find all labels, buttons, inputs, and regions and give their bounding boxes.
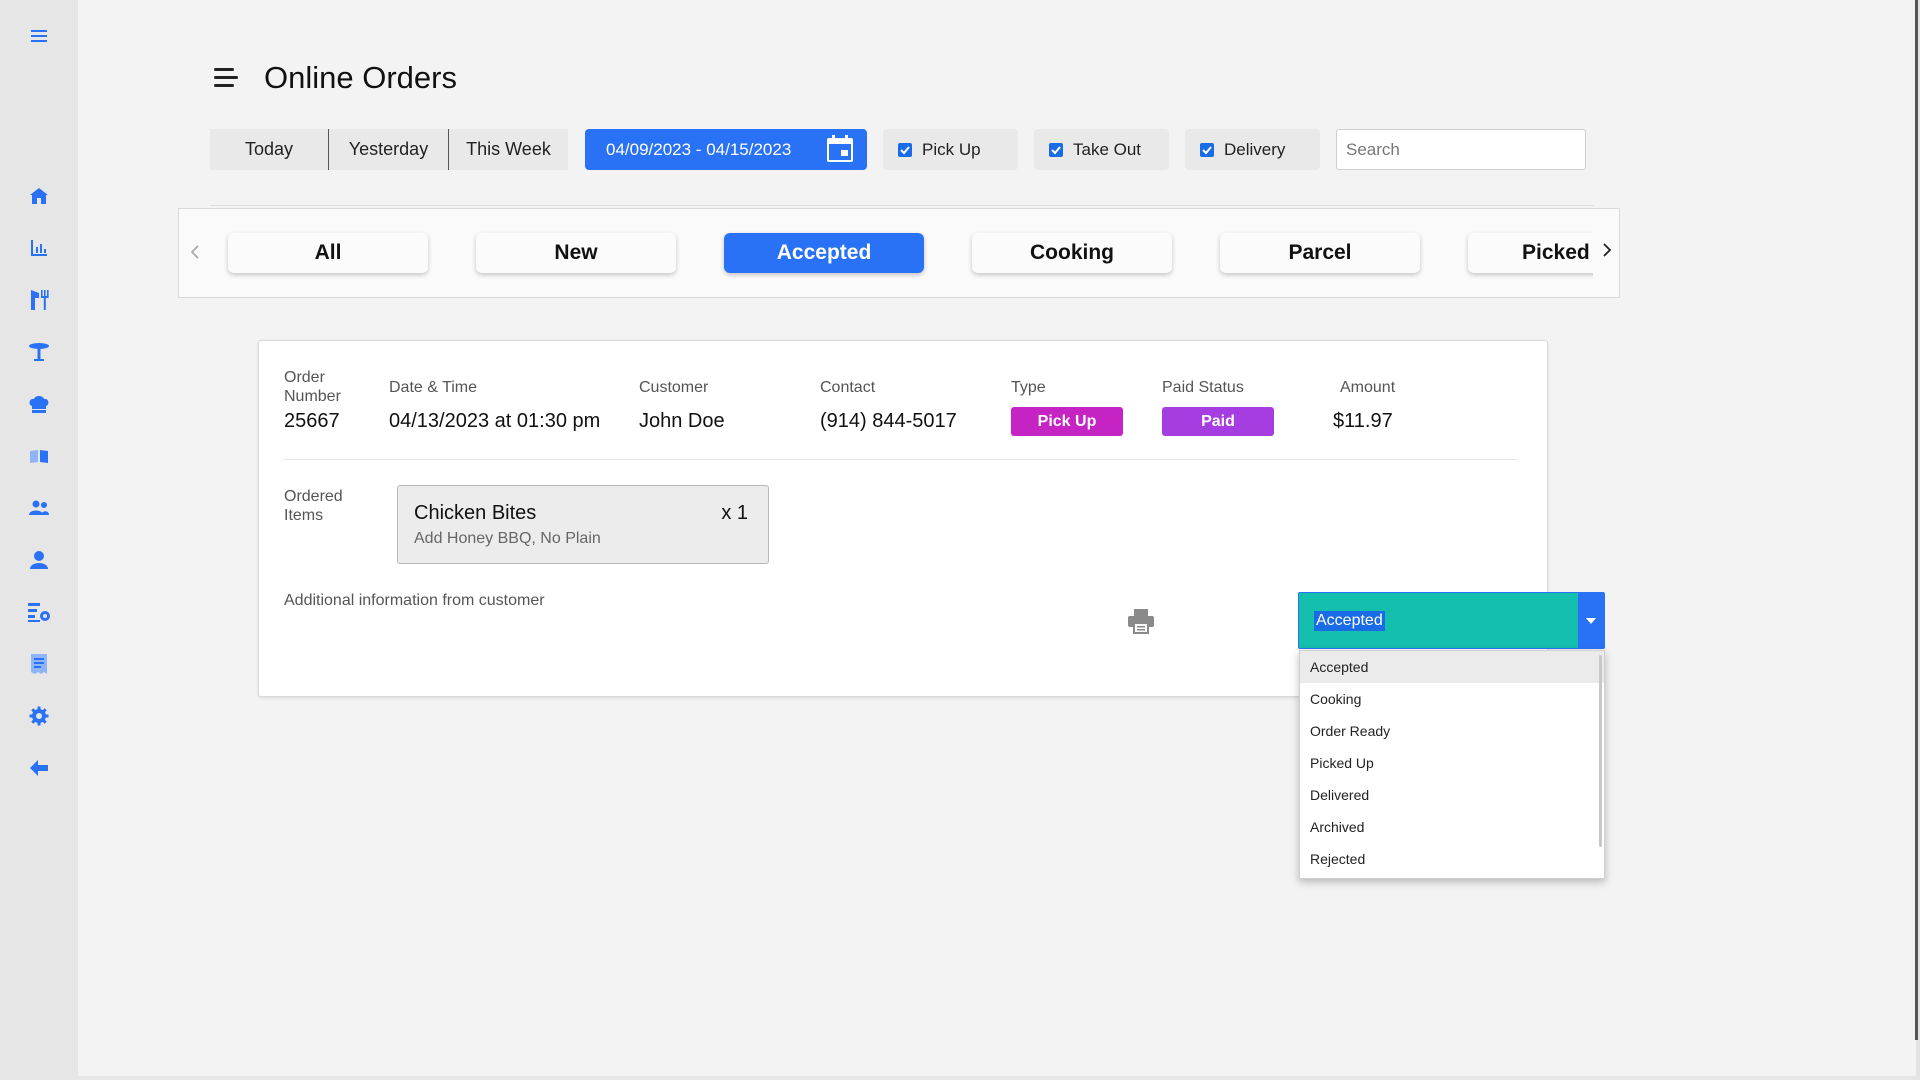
- group-icon[interactable]: [27, 496, 51, 520]
- customer-value: John Doe: [639, 410, 725, 432]
- delivery-filter-checkbox[interactable]: Delivery: [1185, 129, 1320, 170]
- order-number-label-line2: Number: [284, 388, 341, 405]
- tab-new[interactable]: New: [476, 233, 676, 273]
- pick-up-filter-checkbox[interactable]: Pick Up: [883, 129, 1018, 170]
- ordered-item-card: Chicken Bites x 1 Add Honey BBQ, No Plai…: [397, 485, 769, 564]
- yesterday-button[interactable]: Yesterday: [329, 129, 448, 170]
- dining-table-icon[interactable]: [27, 340, 51, 364]
- status-option-archived[interactable]: Archived: [1300, 811, 1604, 843]
- calendar-icon[interactable]: [825, 134, 855, 169]
- receipt-icon[interactable]: [27, 652, 51, 676]
- page-scrollbar[interactable]: [1915, 0, 1918, 1040]
- paid-status-label: Paid Status: [1162, 379, 1244, 396]
- status-tabs-bar: All New Accepted Cooking Parcel Picked U: [178, 208, 1620, 298]
- status-option-cooking[interactable]: Cooking: [1300, 683, 1604, 715]
- dropdown-scrollbar[interactable]: [1599, 655, 1602, 847]
- this-week-button[interactable]: This Week: [449, 129, 568, 170]
- date-range-text: 04/09/2023 - 04/15/2023: [606, 139, 792, 159]
- contact-value: (914) 844-5017: [820, 410, 957, 432]
- window-bottom-edge: [78, 1076, 1920, 1080]
- take-out-filter-checkbox[interactable]: Take Out: [1034, 129, 1169, 170]
- sidebar: [0, 0, 78, 1080]
- checkbox-checked-icon[interactable]: [1200, 142, 1214, 157]
- tab-parcel[interactable]: Parcel: [1220, 233, 1420, 273]
- item-name: Chicken Bites: [414, 502, 537, 524]
- status-option-picked-up[interactable]: Picked Up: [1300, 747, 1604, 779]
- status-option-rejected[interactable]: Rejected: [1300, 843, 1604, 875]
- menu-book-icon[interactable]: [27, 444, 51, 468]
- date-range-picker[interactable]: 04/09/2023 - 04/15/2023: [585, 129, 867, 170]
- drawer-menu-icon[interactable]: [214, 68, 238, 88]
- period-segmented-control: Today Yesterday This Week: [210, 129, 568, 170]
- status-select[interactable]: Accepted: [1298, 592, 1605, 649]
- main-content: Online Orders Today Yesterday This Week …: [78, 4, 1916, 1076]
- page-title: Online Orders: [264, 60, 457, 95]
- date-time-label: Date & Time: [389, 379, 478, 396]
- item-modifiers: Add Honey BBQ, No Plain: [414, 530, 601, 547]
- item-quantity: x 1: [721, 502, 748, 524]
- toolbar-divider: [210, 205, 1594, 206]
- filter-toolbar: Today Yesterday This Week 04/09/2023 - 0…: [210, 129, 1586, 170]
- ordered-items-label-line2: Items: [284, 507, 324, 524]
- status-option-delivered[interactable]: Delivered: [1300, 779, 1604, 811]
- paid-status-badge: Paid: [1162, 407, 1274, 436]
- pick-up-filter-label: Pick Up: [922, 139, 981, 159]
- list-settings-icon[interactable]: [27, 600, 51, 624]
- chevron-right-icon[interactable]: [1597, 237, 1617, 263]
- tab-cooking[interactable]: Cooking: [972, 233, 1172, 273]
- order-number-label-line1: Order: [284, 369, 325, 386]
- page-header: Online Orders: [214, 60, 457, 96]
- home-icon[interactable]: [27, 184, 51, 208]
- search-input[interactable]: [1336, 129, 1586, 170]
- printer-icon[interactable]: [1127, 608, 1155, 634]
- tab-accepted[interactable]: Accepted: [724, 233, 924, 273]
- ordered-items-label: Ordered Items: [284, 487, 343, 525]
- checkbox-checked-icon[interactable]: [898, 142, 912, 157]
- checkbox-checked-icon[interactable]: [1049, 142, 1063, 157]
- contact-label: Contact: [820, 379, 876, 396]
- type-label: Type: [1011, 379, 1046, 396]
- today-button[interactable]: Today: [210, 129, 328, 170]
- bar-chart-icon[interactable]: [27, 236, 51, 260]
- menu-icon[interactable]: [27, 24, 51, 48]
- status-select-value: Accepted: [1314, 611, 1385, 631]
- status-option-order-ready[interactable]: Order Ready: [1300, 715, 1604, 747]
- card-divider: [284, 459, 1517, 460]
- customer-label: Customer: [639, 379, 709, 396]
- restaurant-icon[interactable]: [27, 288, 51, 312]
- amount-value: $11.97: [1333, 410, 1393, 432]
- take-out-filter-label: Take Out: [1073, 139, 1142, 159]
- back-arrow-icon[interactable]: [27, 756, 51, 780]
- chef-hat-icon[interactable]: [27, 392, 51, 416]
- amount-label: Amount: [1340, 379, 1396, 396]
- person-icon[interactable]: [27, 548, 51, 572]
- tab-all[interactable]: All: [228, 233, 428, 273]
- chevron-left-icon[interactable]: [185, 239, 205, 265]
- caret-down-icon[interactable]: [1578, 593, 1604, 648]
- ordered-items-label-line1: Ordered: [284, 488, 343, 505]
- order-number-value: 25667: [284, 410, 340, 432]
- type-badge: Pick Up: [1011, 407, 1123, 436]
- status-option-accepted[interactable]: Accepted: [1300, 651, 1604, 683]
- status-dropdown-menu: Accepted Cooking Order Ready Picked Up D…: [1299, 650, 1605, 879]
- date-time-value: 04/13/2023 at 01:30 pm: [389, 410, 601, 432]
- delivery-filter-label: Delivery: [1224, 139, 1286, 159]
- order-number-label: Order Number: [284, 368, 341, 406]
- additional-info-label: Additional information from customer: [284, 592, 545, 609]
- settings-gear-icon[interactable]: [27, 704, 51, 728]
